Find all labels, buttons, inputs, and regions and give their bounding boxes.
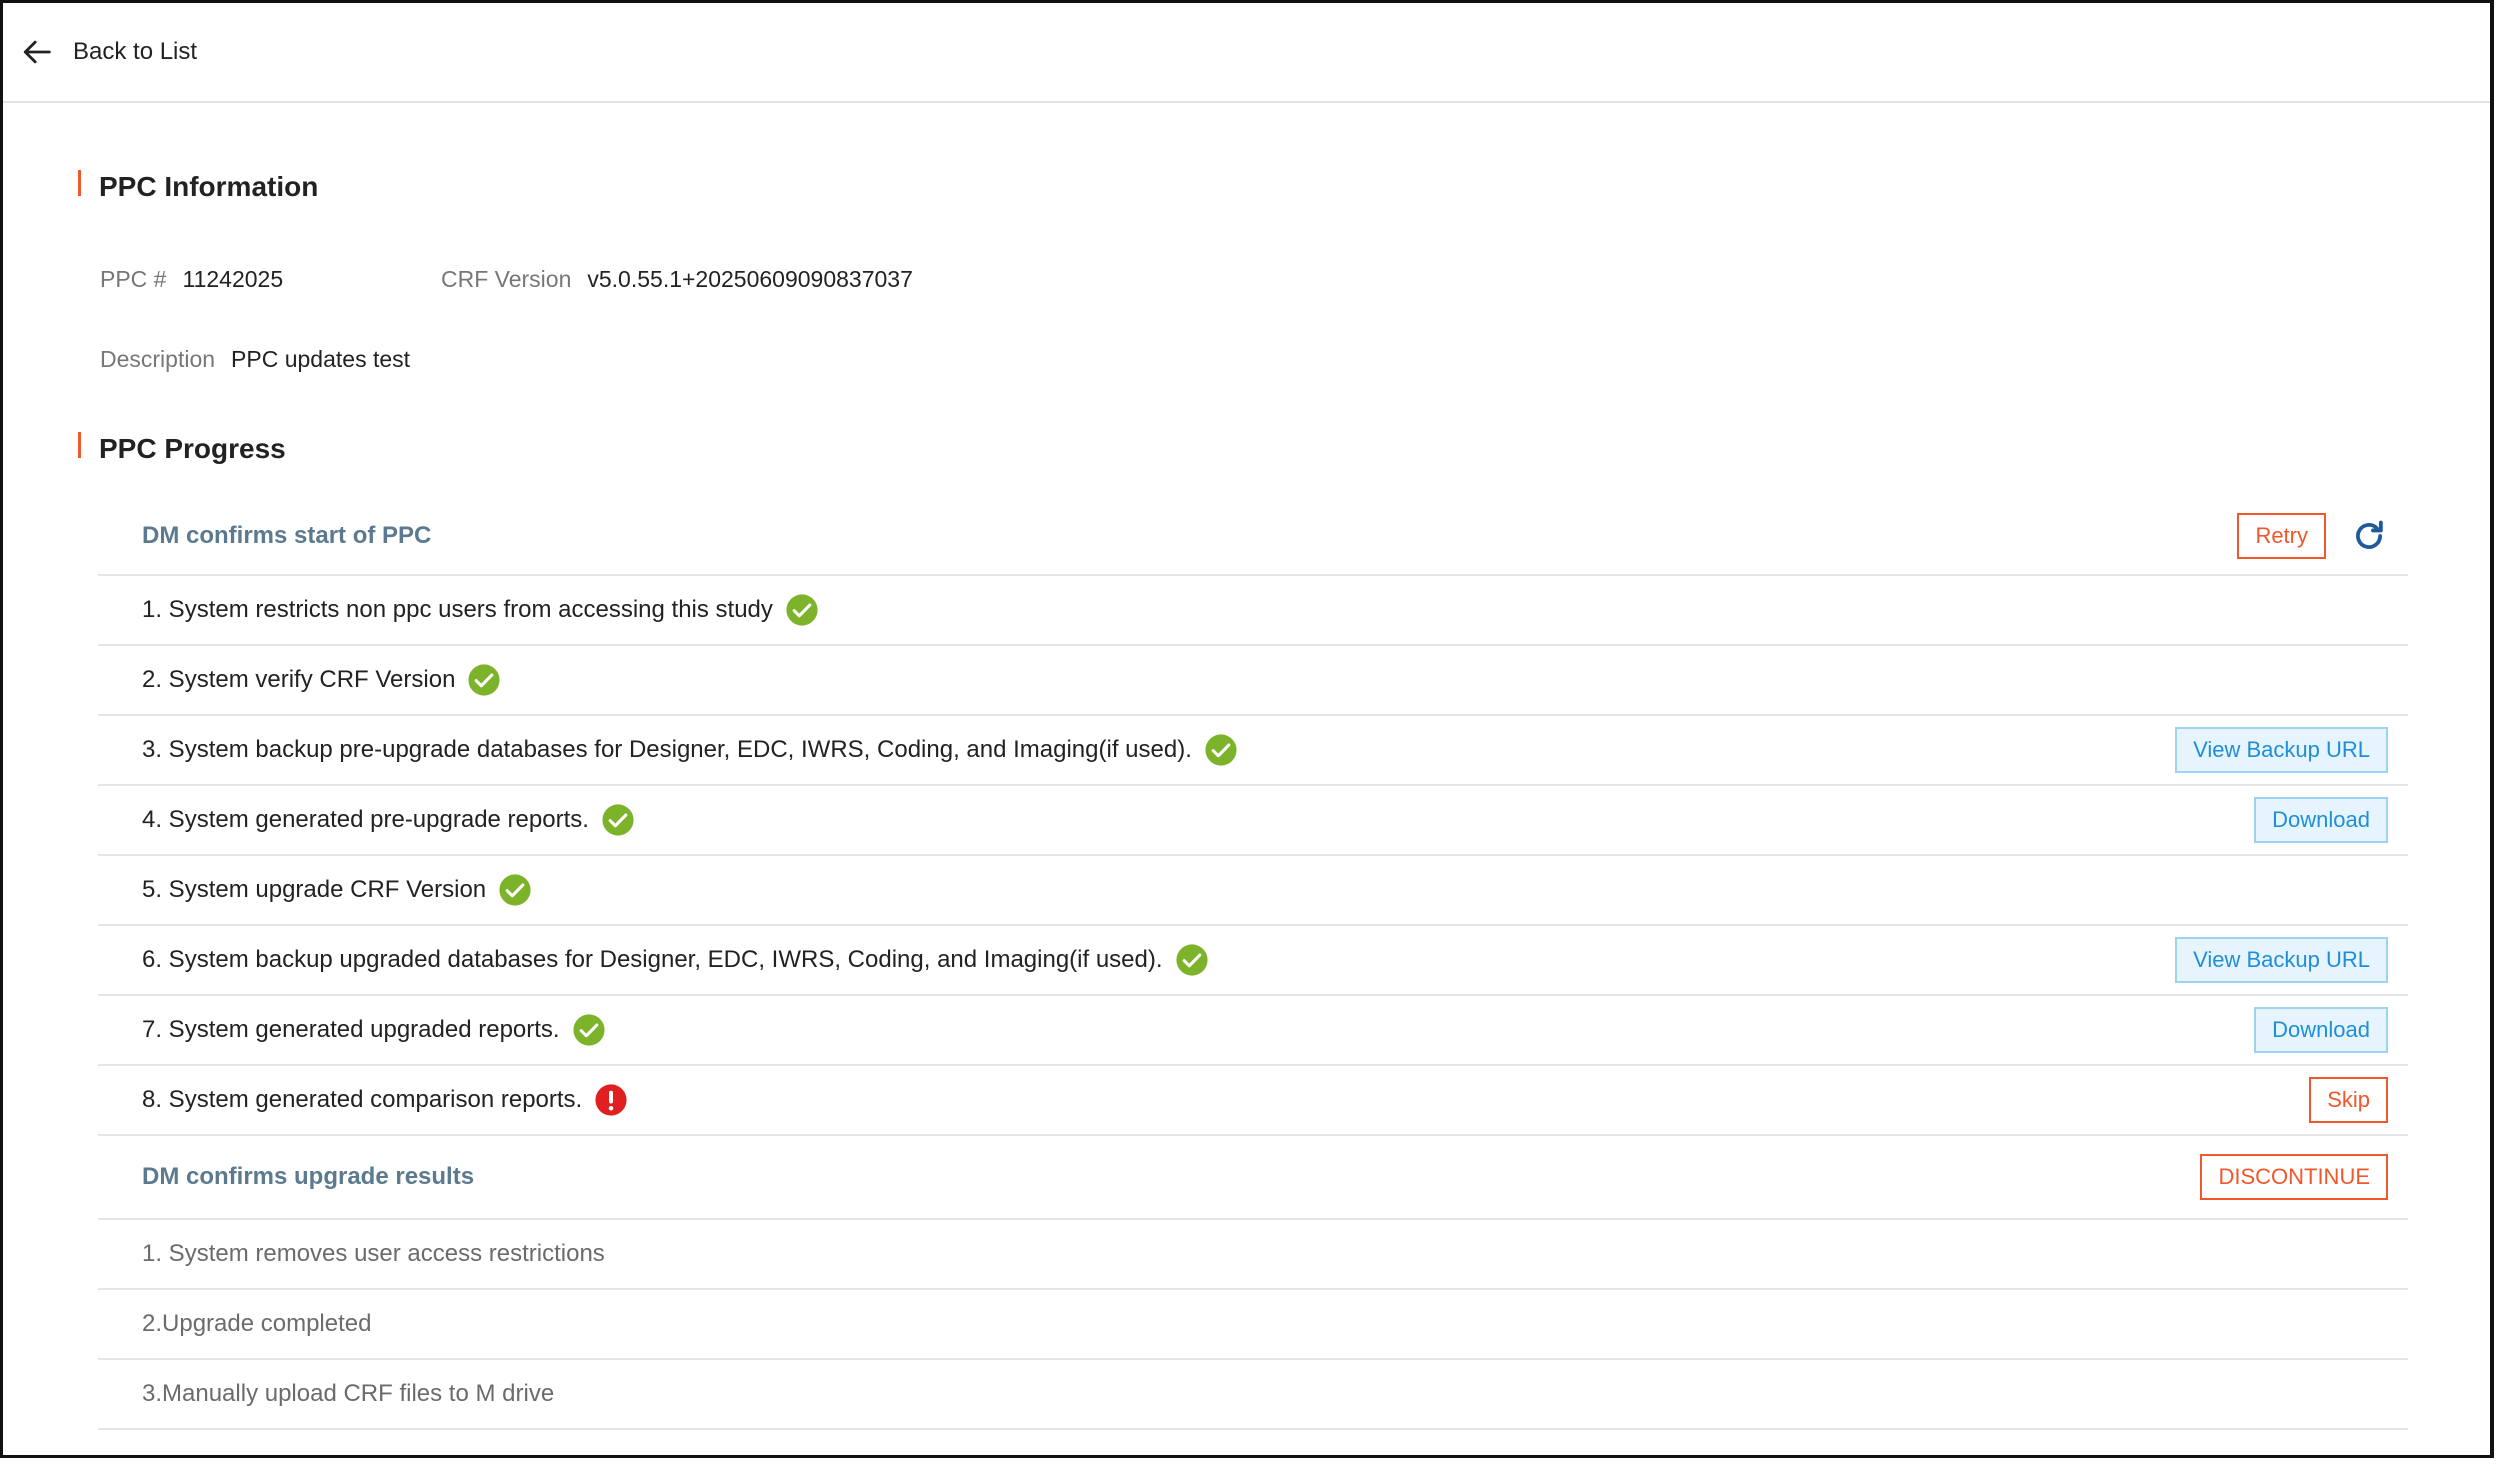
step-row: 8. System generated comparison reports. S… (98, 1066, 2408, 1136)
skip-button[interactable]: Skip (2309, 1077, 2388, 1123)
step-row: 3.Manually upload CRF files to M drive (98, 1360, 2408, 1430)
step-content: 1. System restricts non ppc users from a… (142, 593, 819, 627)
step-content: 5. System upgrade CRF Version (142, 873, 532, 907)
ppc-progress-heading: PPC Progress (78, 432, 286, 465)
step-text: 4. System generated pre-upgrade reports. (142, 806, 589, 833)
step-text: 7. System generated upgraded reports. (142, 1016, 560, 1043)
back-to-list-label: Back to List (73, 38, 198, 65)
exclamation-circle-icon (595, 1084, 627, 1116)
ppc-progress-title: PPC Progress (99, 433, 286, 464)
step-row: 1. System restricts non ppc users from a… (98, 576, 2408, 646)
step-text: 3. System backup pre-upgrade databases f… (142, 736, 1192, 763)
ppc-number-field: PPC # 11242025 (100, 266, 283, 293)
back-to-list-link[interactable]: Back to List (21, 35, 197, 69)
step-text: 6. System backup upgraded databases for … (142, 946, 1163, 973)
ppc-number-value: 11242025 (182, 266, 284, 292)
step-content: 1. System removes user access restrictio… (142, 1240, 605, 1268)
description-field: Description PPC updates test (100, 346, 410, 373)
step-row: 7. System generated upgraded reports. Dow… (98, 996, 2408, 1066)
step-row: 6. System backup upgraded databases for … (98, 926, 2408, 996)
step-row: 1. System removes user access restrictio… (98, 1220, 2408, 1290)
view-backup-url-button[interactable]: View Backup URL (2175, 937, 2388, 983)
step-content: 2.Upgrade completed (142, 1310, 371, 1338)
ppc-information-title: PPC Information (99, 171, 319, 202)
crf-version-label: CRF Version (441, 266, 572, 292)
crf-version-value: v5.0.55.1+20250609090837037 (587, 266, 913, 292)
refresh-icon[interactable] (2350, 517, 2388, 555)
description-label: Description (100, 346, 216, 372)
step-content: 4. System generated pre-upgrade reports. (142, 803, 635, 837)
step-text: 1. System restricts non ppc users from a… (142, 596, 773, 623)
step-text: 8. System generated comparison reports. (142, 1086, 583, 1113)
step-content: 2. System verify CRF Version (142, 663, 501, 697)
step-row: 2.Upgrade completed (98, 1290, 2408, 1360)
ppc-information-heading: PPC Information (78, 170, 319, 203)
step-text: 1. System removes user access restrictio… (142, 1240, 605, 1267)
step-content: 6. System backup upgraded databases for … (142, 943, 1209, 977)
step-row: 3. System backup pre-upgrade databases f… (98, 716, 2408, 786)
step-content: 3.Manually upload CRF files to M drive (142, 1380, 554, 1408)
check-circle-icon (602, 804, 634, 836)
check-circle-icon (468, 664, 501, 696)
check-circle-icon (499, 874, 531, 906)
group-header-results: DM confirms upgrade results DISCONTINUE (98, 1136, 2408, 1220)
check-circle-icon (786, 594, 818, 626)
download-button[interactable]: Download (2254, 1007, 2388, 1053)
arrow-left-icon (23, 40, 51, 64)
discontinue-button[interactable]: DISCONTINUE (2200, 1154, 2388, 1200)
step-content: 3. System backup pre-upgrade databases f… (142, 733, 1238, 767)
check-circle-icon (573, 1014, 605, 1046)
crf-version-field: CRF Version v5.0.55.1+20250609090837037 (441, 266, 913, 293)
step-text: 3.Manually upload CRF files to M drive (142, 1380, 555, 1407)
step-text: 2. System verify CRF Version (142, 666, 456, 693)
step-text: 2.Upgrade completed (142, 1310, 372, 1337)
ppc-progress-list: DM confirms start of PPC Retry 1. System… (98, 498, 2408, 1430)
section-accent-bar (78, 432, 81, 458)
step-content: 7. System generated upgraded reports. (142, 1013, 606, 1047)
step-row: 5. System upgrade CRF Version (98, 856, 2408, 926)
step-content: 8. System generated comparison reports. (142, 1083, 628, 1117)
view-backup-url-button[interactable]: View Backup URL (2175, 727, 2388, 773)
download-button[interactable]: Download (2254, 797, 2388, 843)
group-title-results: DM confirms upgrade results (142, 1163, 475, 1190)
check-circle-icon (1205, 734, 1237, 766)
step-row: 2. System verify CRF Version (98, 646, 2408, 716)
group-header-start: DM confirms start of PPC Retry (98, 498, 2408, 576)
description-value: PPC updates test (231, 346, 411, 372)
group-title-start: DM confirms start of PPC (142, 522, 432, 549)
step-row: 4. System generated pre-upgrade reports.… (98, 786, 2408, 856)
top-bar: Back to List (3, 3, 2490, 103)
ppc-number-label: PPC # (100, 266, 167, 292)
section-accent-bar (78, 170, 81, 196)
app-window: Back to List PPC Information PPC # 11242… (0, 0, 2494, 1458)
step-text: 5. System upgrade CRF Version (142, 876, 487, 903)
retry-button[interactable]: Retry (2237, 513, 2326, 559)
check-circle-icon (1175, 944, 1208, 976)
